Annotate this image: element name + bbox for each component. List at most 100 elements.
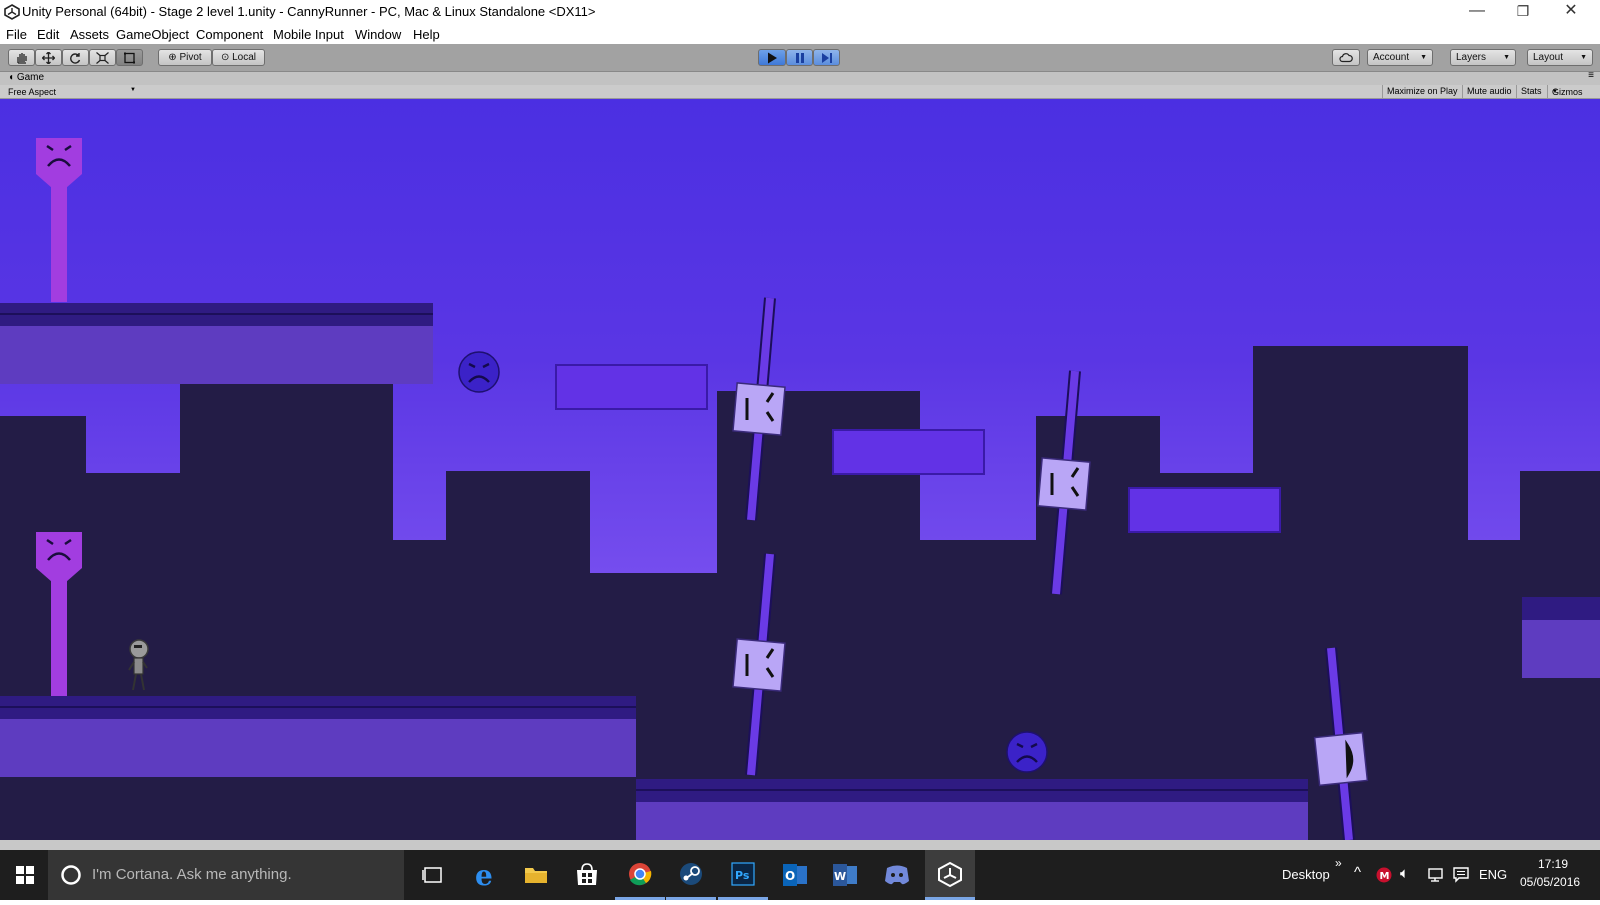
cortana-icon	[61, 865, 81, 885]
window-title: Unity Personal (64bit) - Stage 2 level 1…	[22, 4, 596, 19]
chevron-double-right-icon[interactable]: »	[1335, 856, 1342, 870]
chevron-down-icon: ▼	[1552, 89, 1558, 95]
chevron-down-icon: ▼	[1420, 54, 1427, 61]
pivot-label: Pivot	[179, 52, 202, 63]
store-icon	[577, 863, 597, 885]
discord-icon	[885, 865, 909, 885]
layout-dropdown[interactable]: Layout ▼	[1527, 49, 1593, 66]
rotate-tool-button[interactable]	[62, 49, 89, 66]
game-view-toolbar: Free Aspect ▼ Maximize on Play Mute audio…	[0, 85, 1600, 99]
play-button[interactable]	[758, 49, 786, 66]
chevron-down-icon: ▼	[130, 87, 136, 93]
account-dropdown[interactable]: Account ▼	[1367, 49, 1433, 66]
scale-tool-button[interactable]	[89, 49, 116, 66]
cloud-button[interactable]	[1332, 49, 1360, 66]
clock-time[interactable]: 17:19	[1538, 857, 1568, 871]
pivot-toggle[interactable]: ⊕ Pivot	[158, 49, 212, 66]
cloud-icon	[1339, 53, 1353, 63]
photoshop-icon: Ps	[731, 862, 755, 886]
word-icon: W	[833, 864, 857, 886]
game-tab-label: Game	[16, 72, 45, 83]
gizmos-dropdown[interactable]: Gizmos ▼	[1547, 85, 1583, 98]
title-bar: Unity Personal (64bit) - Stage 2 level 1…	[0, 0, 1600, 24]
file-explorer-app[interactable]	[511, 850, 561, 900]
game-scene	[0, 138, 1600, 840]
network-icon[interactable]	[1426, 867, 1444, 883]
platform-right	[1522, 597, 1600, 620]
task-view-button[interactable]	[408, 850, 458, 900]
rect-tool-button[interactable]	[116, 49, 143, 66]
menu-gameobject[interactable]: GameObject	[116, 27, 189, 42]
start-button[interactable]	[0, 850, 50, 900]
unity-logo-icon	[4, 4, 20, 20]
game-tab-bar: ◖ Game ≡	[0, 70, 1600, 85]
floating-block	[1128, 487, 1281, 533]
minimize-button[interactable]: —	[1454, 0, 1500, 24]
unity-icon	[938, 861, 962, 888]
desktop-toolbar[interactable]: Desktop	[1282, 867, 1330, 882]
panel-menu-icon[interactable]: ≡	[1588, 70, 1594, 81]
local-label: Local	[232, 52, 257, 63]
steam-app[interactable]	[666, 850, 716, 900]
outlook-icon: O	[783, 864, 807, 886]
step-button[interactable]	[813, 49, 840, 66]
pacman-icon: ◖	[8, 72, 15, 83]
local-toggle[interactable]: ⊙ Local	[212, 49, 265, 66]
game-tab[interactable]: ◖ Game	[8, 72, 44, 83]
menu-edit[interactable]: Edit	[37, 27, 59, 42]
photoshop-app[interactable]: Ps	[718, 850, 768, 900]
chrome-icon	[629, 863, 652, 886]
move-arrows-icon	[42, 52, 55, 64]
maximize-button[interactable]: ❐	[1500, 0, 1546, 24]
account-label: Account	[1373, 52, 1410, 63]
globe-icon: ⊙	[220, 52, 230, 63]
unity-app[interactable]	[925, 850, 975, 900]
cortana-search-box[interactable]: I'm Cortana. Ask me anything.	[48, 850, 404, 900]
volume-icon[interactable]: 🔈︎	[1400, 865, 1409, 882]
edge-app[interactable]: e	[460, 850, 510, 900]
menu-file[interactable]: File	[6, 27, 27, 42]
hand-tool-button[interactable]	[8, 49, 35, 66]
clock-date[interactable]: 05/05/2016	[1520, 875, 1580, 889]
pause-button[interactable]	[786, 49, 813, 66]
search-placeholder: I'm Cortana. Ask me anything.	[92, 866, 292, 883]
menu-window[interactable]: Window	[355, 27, 401, 42]
aspect-label: Free Aspect	[8, 87, 57, 97]
action-center-icon[interactable]	[1453, 867, 1469, 883]
maximize-on-play-toggle[interactable]: Maximize on Play	[1382, 85, 1462, 98]
menu-assets[interactable]: Assets	[70, 27, 109, 42]
floating-block	[555, 364, 708, 410]
platform-bottom-left-body	[0, 719, 636, 777]
toolbar: ⊕ Pivot ⊙ Local Account ▼ Layers ▼ Layout ▼	[0, 44, 1600, 72]
mcafee-icon[interactable]: M	[1376, 867, 1392, 883]
stats-toggle[interactable]: Stats	[1516, 85, 1546, 98]
menu-bar: File Edit Assets GameObject Component Mo…	[0, 24, 1600, 44]
layout-label: Layout	[1533, 52, 1564, 63]
word-app[interactable]: W	[820, 850, 870, 900]
mute-audio-toggle[interactable]: Mute audio	[1462, 85, 1516, 98]
layers-label: Layers	[1456, 52, 1487, 63]
show-hidden-icons-button[interactable]: ^	[1354, 864, 1361, 881]
store-app[interactable]	[562, 850, 612, 900]
discord-app[interactable]	[872, 850, 922, 900]
outlook-app[interactable]: O	[770, 850, 820, 900]
platform-bottom-mid-body	[636, 802, 1308, 840]
angry-ball-enemy	[1006, 731, 1048, 773]
hand-icon	[17, 53, 27, 64]
language-indicator[interactable]: ENG	[1479, 867, 1507, 882]
svg-text:e: e	[475, 859, 493, 892]
angry-pillar	[36, 138, 82, 302]
pause-icon	[795, 53, 804, 63]
menu-help[interactable]: Help	[413, 27, 440, 42]
menu-component[interactable]: Component	[196, 27, 263, 42]
move-tool-button[interactable]	[35, 49, 62, 66]
edge-icon: e	[475, 859, 493, 892]
layers-dropdown[interactable]: Layers ▼	[1450, 49, 1516, 66]
steam-icon	[680, 863, 702, 885]
game-viewport[interactable]	[0, 99, 1600, 840]
close-button[interactable]: ✕	[1548, 0, 1594, 24]
chrome-app[interactable]	[615, 850, 665, 900]
angry-ball-enemy	[458, 351, 500, 393]
menu-mobile-input[interactable]: Mobile Input	[273, 27, 344, 42]
play-icon	[768, 52, 777, 64]
